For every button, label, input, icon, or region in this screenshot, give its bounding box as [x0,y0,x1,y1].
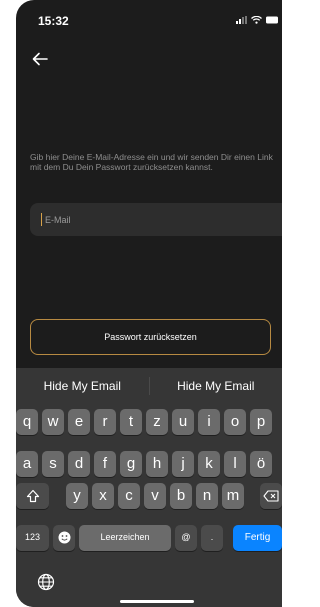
delete-key[interactable] [260,483,282,509]
dot-key[interactable]: . [201,525,223,551]
key-s[interactable]: s [42,451,64,477]
keyboard-row-4: 123 Leerzeichen @ . Fertig [16,525,282,551]
done-key[interactable]: Fertig [233,525,282,551]
key-y[interactable]: y [66,483,88,509]
shift-key[interactable] [16,483,49,509]
emoji-icon [58,531,70,544]
keyboard-row-2: a s d f g h j k l ö [16,451,282,477]
status-icons [236,16,278,24]
at-key[interactable]: @ [175,525,197,551]
key-h[interactable]: h [146,451,168,477]
key-k[interactable]: k [198,451,220,477]
wifi-icon [251,16,262,24]
shift-icon [26,489,39,503]
back-arrow-icon[interactable] [31,52,49,66]
key-o[interactable]: o [224,409,246,435]
reset-password-screen: 15:32 Gib hier Deine E-Mail-Adresse ein … [16,0,282,607]
key-o-umlaut[interactable]: ö [250,451,272,477]
key-q[interactable]: q [16,409,38,435]
home-indicator [120,600,194,603]
key-i[interactable]: i [198,409,220,435]
space-key[interactable]: Leerzeichen [79,525,171,551]
key-v[interactable]: v [144,483,166,509]
phone-frame: 15:32 Gib hier Deine E-Mail-Adresse ein … [0,0,282,607]
text-cursor [41,213,42,226]
key-a[interactable]: a [16,451,38,477]
keyboard-row-1: q w e r t z u i o p [16,409,282,435]
key-d[interactable]: d [68,451,90,477]
key-e[interactable]: e [68,409,90,435]
key-r[interactable]: r [94,409,116,435]
status-time: 15:32 [38,14,69,28]
suggestion-hide-my-email-2[interactable]: Hide My Email [150,379,283,393]
key-t[interactable]: t [120,409,142,435]
suggestion-hide-my-email-1[interactable]: Hide My Email [16,379,149,393]
keyboard-row-3: y x c v b n m [16,483,282,509]
key-b[interactable]: b [170,483,192,509]
key-p[interactable]: p [250,409,272,435]
key-m[interactable]: m [222,483,244,509]
key-u[interactable]: u [172,409,194,435]
email-input[interactable] [43,209,267,231]
key-n[interactable]: n [196,483,218,509]
backspace-icon [263,490,279,502]
reset-password-button[interactable]: Passwort zurücksetzen [30,319,271,355]
key-z[interactable]: z [146,409,168,435]
key-x[interactable]: x [92,483,114,509]
globe-icon[interactable] [37,573,55,591]
instruction-text: Gib hier Deine E-Mail-Adresse ein und wi… [30,152,273,172]
key-w[interactable]: w [42,409,64,435]
key-j[interactable]: j [172,451,194,477]
key-g[interactable]: g [120,451,142,477]
emoji-key[interactable] [53,525,75,551]
status-bar: 15:32 [16,12,282,32]
battery-icon [266,16,278,24]
keyboard: Hide My Email Hide My Email q w e r t z … [16,368,282,607]
signal-icon [236,16,247,24]
email-field[interactable] [30,203,282,236]
suggestion-bar: Hide My Email Hide My Email [16,368,282,404]
key-f[interactable]: f [94,451,116,477]
key-c[interactable]: c [118,483,140,509]
key-l[interactable]: l [224,451,246,477]
numbers-key[interactable]: 123 [16,525,49,551]
